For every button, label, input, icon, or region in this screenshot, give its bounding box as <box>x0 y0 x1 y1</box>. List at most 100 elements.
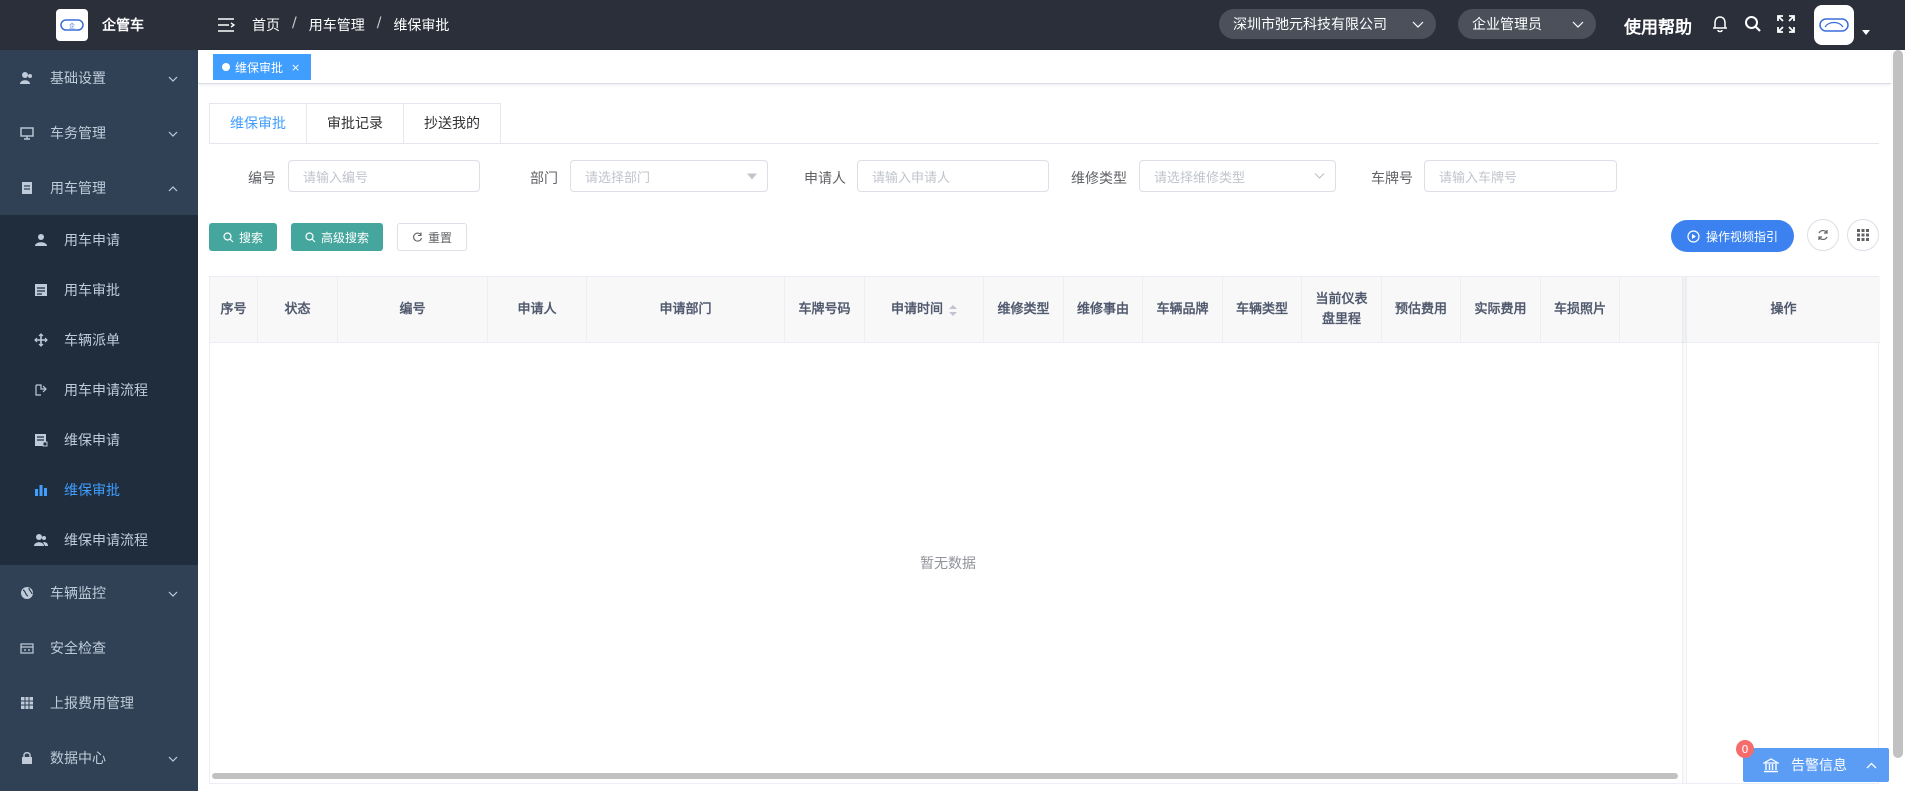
column-settings-button[interactable] <box>1847 219 1879 251</box>
breadcrumb-home[interactable]: 首页 <box>252 15 280 35</box>
sidebar-item-label: 上报费用管理 <box>50 695 134 712</box>
avatar[interactable] <box>1814 5 1854 45</box>
chevron-down-icon <box>1314 169 1325 184</box>
col-status: 状态 <box>258 277 338 343</box>
play-circle-icon <box>1687 229 1700 243</box>
applicant-label: 申请人 <box>804 171 846 187</box>
sidebar-item-vehicle-monitor[interactable]: 车辆监控 <box>0 565 198 620</box>
sidebar-subitem-vehicle-approval[interactable]: 用车审批 <box>0 265 198 315</box>
col-blank <box>1620 277 1686 343</box>
vertical-scrollbar[interactable] <box>1893 50 1903 758</box>
dept-label: 部门 <box>530 171 558 187</box>
search-button[interactable]: 搜索 <box>209 223 278 251</box>
plate-input[interactable]: 请输入车牌号 <box>1424 160 1617 192</box>
code-input[interactable]: 请输入编号 <box>288 160 480 192</box>
refresh-table-button[interactable] <box>1807 219 1839 251</box>
search-icon[interactable] <box>1743 14 1763 34</box>
sidebar-item-vehicle-affairs[interactable]: 车务管理 <box>0 105 198 160</box>
advanced-search-button[interactable]: 高级搜索 <box>291 223 384 251</box>
grid-icon <box>1857 229 1869 241</box>
col-repair-type: 维修类型 <box>984 277 1064 343</box>
dept-select[interactable]: 请选择部门 <box>570 160 768 192</box>
sidebar-subitem-apply-flow[interactable]: 用车申请流程 <box>0 365 198 415</box>
logo-image: 企 <box>56 9 88 41</box>
sidebar-subitem-maintenance-apply[interactable]: 维保申请 <box>0 415 198 465</box>
main-content: 维保审批 审批记录 抄送我的 编号 请输入编号 部门 请选择部门 申请人 请输入… <box>198 84 1891 791</box>
col-repair-reason: 维修事由 <box>1064 277 1143 343</box>
user-group-icon <box>20 71 34 85</box>
sidebar-item-label: 数据中心 <box>50 750 106 767</box>
plate-input-placeholder: 请输入车牌号 <box>1439 170 1518 186</box>
document-icon <box>20 181 34 195</box>
col-actions: 操作 <box>1686 277 1880 343</box>
tab-maintenance-approval[interactable]: 维保审批 <box>210 104 307 144</box>
chevron-down-icon <box>168 70 178 86</box>
chevron-down-icon <box>168 750 178 766</box>
company-select[interactable]: 深圳市弛元科技有限公司 <box>1219 9 1436 39</box>
sidebar-item-expense-report[interactable]: 上报费用管理 <box>0 675 198 730</box>
avatar-caret-icon[interactable] <box>1862 30 1870 35</box>
fullscreen-icon[interactable] <box>1776 14 1796 34</box>
data-table: 序号 状态 编号 申请人 申请部门 车牌号码 申请时间 维修类型 维修事由 车辆… <box>209 276 1880 784</box>
sidebar-item-vehicle-use[interactable]: 用车管理 <box>0 160 198 215</box>
col-odometer: 当前仪表 盘里程 <box>1302 277 1382 343</box>
repair-type-select-placeholder: 请选择维修类型 <box>1154 170 1246 186</box>
breadcrumb-vehicle-use[interactable]: 用车管理 <box>309 15 365 35</box>
monitor-icon <box>20 126 34 140</box>
tab-cc-to-me[interactable]: 抄送我的 <box>404 104 500 144</box>
alert-info-button[interactable]: 告警信息 <box>1743 748 1889 782</box>
sidebar-item-label: 维保申请流程 <box>64 533 148 549</box>
breadcrumb: 首页 / 用车管理 / 维保审批 <box>252 15 450 35</box>
col-damage-photo: 车损照片 <box>1541 277 1620 343</box>
sidebar-subitem-vehicle-apply[interactable]: 用车申请 <box>0 215 198 265</box>
sidebar-subitem-maintenance-approval[interactable]: 维保审批 <box>0 465 198 515</box>
chevron-down-icon <box>1412 16 1424 32</box>
grid-icon <box>20 696 34 710</box>
sidebar-subitem-maintenance-flow[interactable]: 维保申请流程 <box>0 515 198 565</box>
move-icon <box>34 333 48 347</box>
sidebar: 企 企管车 基础设置 车务管理 用车管理 用车申请 用车审批 车辆派单 用车申请… <box>0 0 198 791</box>
col-apply-time[interactable]: 申请时间 <box>865 277 984 343</box>
tab-bar: 维保审批 审批记录 抄送我的 <box>209 103 501 144</box>
bar-chart-icon <box>34 483 48 497</box>
sidebar-item-label: 用车申请 <box>64 233 120 249</box>
chevron-down-icon <box>1572 16 1584 32</box>
repair-type-label: 维修类型 <box>1071 171 1127 187</box>
chevron-down-icon <box>168 585 178 601</box>
sidebar-item-safety-check[interactable]: 安全检查 <box>0 620 198 675</box>
col-applicant: 申请人 <box>488 277 587 343</box>
close-icon[interactable]: × <box>291 61 300 74</box>
sidebar-item-label: 维保申请 <box>64 433 120 449</box>
sidebar-item-label: 维保审批 <box>64 483 120 499</box>
tag-maintenance-approval[interactable]: 维保审批 × <box>213 54 312 80</box>
role-select-value: 企业管理员 <box>1472 17 1542 33</box>
tags-view: 维保审批 × <box>198 50 1891 84</box>
horizontal-scrollbar[interactable] <box>212 773 1678 779</box>
refresh-icon <box>412 232 423 243</box>
fixed-action-column <box>1686 343 1878 783</box>
sidebar-item-data-center[interactable]: 数据中心 <box>0 730 198 785</box>
tag-dot-icon <box>222 63 230 71</box>
bank-icon <box>1763 757 1779 773</box>
tab-approval-records[interactable]: 审批记录 <box>307 104 404 144</box>
help-link[interactable]: 使用帮助 <box>1624 13 1692 38</box>
bell-icon[interactable] <box>1710 14 1730 34</box>
reset-button[interactable]: 重置 <box>397 223 468 251</box>
search-icon <box>223 231 234 243</box>
applicant-input[interactable]: 请输入申请人 <box>857 160 1049 192</box>
plate-label: 车牌号 <box>1371 171 1413 187</box>
sort-icon[interactable] <box>949 304 957 316</box>
role-select[interactable]: 企业管理员 <box>1458 9 1596 39</box>
col-code: 编号 <box>338 277 488 343</box>
sidebar-item-label: 用车申请流程 <box>64 383 148 399</box>
lock-icon <box>20 751 34 765</box>
video-guide-button[interactable]: 操作视频指引 <box>1671 220 1795 252</box>
repair-type-select[interactable]: 请选择维修类型 <box>1139 160 1336 192</box>
chevron-up-icon <box>168 180 178 196</box>
hamburger-icon[interactable] <box>216 15 236 35</box>
form-icon <box>34 433 48 447</box>
applicant-input-placeholder: 请输入申请人 <box>872 170 951 186</box>
sidebar-subitem-dispatch[interactable]: 车辆派单 <box>0 315 198 365</box>
sidebar-item-basic-settings[interactable]: 基础设置 <box>0 50 198 105</box>
sidebar-item-label: 基础设置 <box>50 70 106 87</box>
